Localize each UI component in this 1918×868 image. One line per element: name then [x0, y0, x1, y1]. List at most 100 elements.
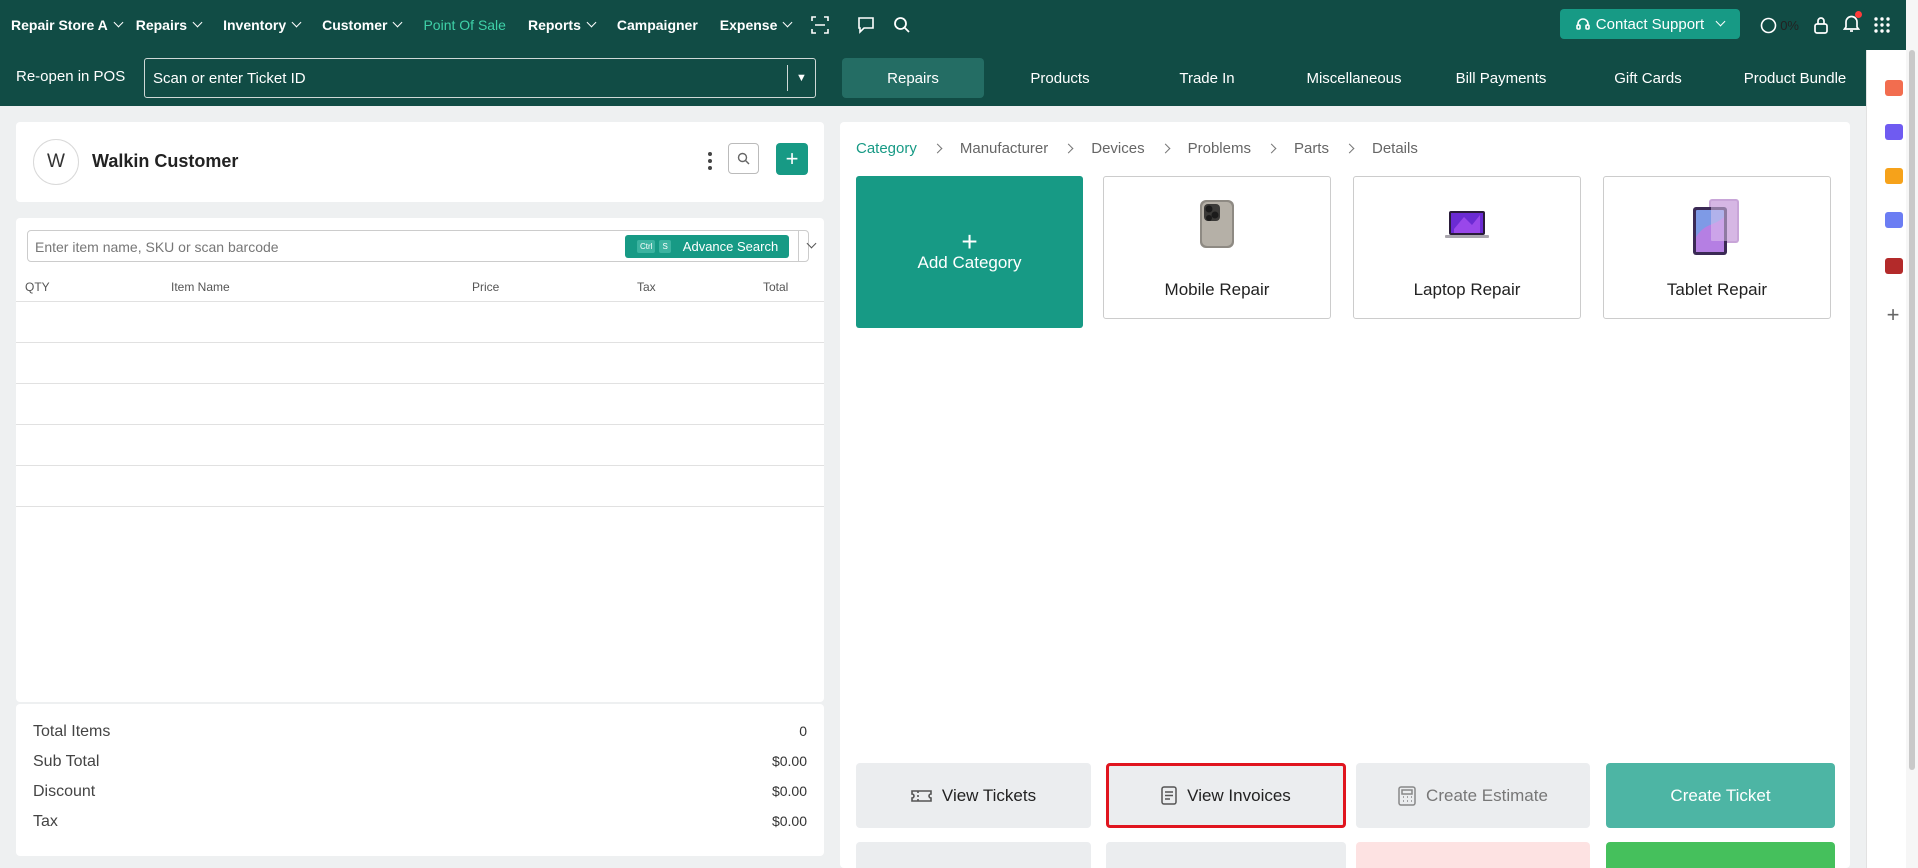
apps-grid-icon[interactable]: [1874, 17, 1890, 33]
card-icon[interactable]: [1885, 258, 1903, 274]
add-customer-button[interactable]: +: [776, 143, 808, 175]
scan-icon[interactable]: [802, 0, 838, 50]
nav-expense[interactable]: Expense: [709, 0, 803, 50]
more-options-icon[interactable]: [702, 146, 718, 176]
nav-inventory-label: Inventory: [223, 17, 287, 33]
advance-search-label: Advance Search: [682, 239, 779, 254]
breadcrumb-details[interactable]: Details: [1372, 140, 1418, 157]
chevron-right-icon: [1160, 143, 1171, 154]
scrollbar-thumb[interactable]: [1909, 50, 1915, 770]
chevron-down-icon: [806, 238, 817, 249]
breadcrumb: Category Manufacturer Devices Problems P…: [856, 140, 1418, 157]
tab-miscellaneous[interactable]: Miscellaneous: [1283, 58, 1425, 98]
chat-icon[interactable]: [848, 0, 884, 50]
avatar: W: [33, 139, 79, 185]
tab-products[interactable]: Products: [989, 58, 1131, 98]
col-total: Total: [763, 280, 789, 294]
table-row: [16, 466, 824, 507]
ticket-dropdown-arrow-icon[interactable]: ▼: [787, 65, 815, 91]
ticket-id-input[interactable]: Scan or enter Ticket ID ▼: [144, 58, 816, 98]
category-mobile-repair[interactable]: Mobile Repair: [1103, 176, 1331, 319]
item-search-placeholder: Enter item name, SKU or scan barcode: [35, 239, 279, 255]
nav-customer[interactable]: Customer: [311, 0, 412, 50]
discount-label: Discount: [33, 783, 96, 800]
headset-icon: [1575, 18, 1590, 30]
col-item-name: Item Name: [171, 280, 230, 294]
add-panel-icon[interactable]: +: [1881, 304, 1905, 328]
shopping-icon[interactable]: [1885, 80, 1903, 96]
breadcrumb-category[interactable]: Category: [856, 140, 917, 157]
subtotal-row: Sub Total $0.00: [33, 753, 807, 771]
category-tablet-label: Tablet Repair: [1666, 280, 1768, 299]
subtotal-label: Sub Total: [33, 753, 100, 770]
notifications-button[interactable]: [1842, 10, 1862, 37]
table-row: [16, 384, 824, 425]
chevron-down-icon: [192, 17, 203, 28]
view-invoices-button[interactable]: View Invoices: [1106, 763, 1346, 828]
nav-repairs[interactable]: Repairs: [125, 0, 212, 50]
nav-repairs-label: Repairs: [135, 17, 188, 33]
tab-gift-cards[interactable]: Gift Cards: [1577, 58, 1719, 98]
secondary-action-1[interactable]: [856, 842, 1091, 868]
nav-store-selector[interactable]: Repair Store A: [0, 0, 125, 50]
notes-icon[interactable]: [1885, 168, 1903, 184]
invoice-icon: [1161, 786, 1177, 805]
reopen-label: Re-open in POS: [16, 68, 126, 85]
col-qty: QTY: [25, 280, 50, 294]
chevron-down-icon: [1715, 16, 1726, 27]
advance-search-button[interactable]: Ctrl S Advance Search: [625, 235, 789, 258]
breadcrumb-parts[interactable]: Parts: [1294, 140, 1329, 157]
tab-product-bundle[interactable]: Product Bundle: [1724, 58, 1866, 98]
secondary-action-3[interactable]: [1356, 842, 1590, 868]
lock-icon[interactable]: [1813, 16, 1829, 34]
create-estimate-button[interactable]: Create Estimate: [1356, 763, 1590, 828]
progress-ring-icon: [1760, 17, 1777, 33]
category-panel: Category Manufacturer Devices Problems P…: [840, 122, 1850, 868]
nav-reports[interactable]: Reports: [517, 0, 606, 50]
nav-inventory[interactable]: Inventory: [212, 0, 311, 50]
view-tickets-button[interactable]: View Tickets: [856, 763, 1091, 828]
add-category-button[interactable]: + Add Category: [856, 176, 1083, 328]
contact-support-button[interactable]: Contact Support: [1560, 9, 1740, 39]
nav-campaigner-label: Campaigner: [616, 17, 698, 33]
nav-expense-label: Expense: [719, 17, 778, 33]
gem-icon[interactable]: [1885, 212, 1903, 228]
nav-point-of-sale[interactable]: Point Of Sale: [412, 0, 517, 50]
chat-bubbles-icon[interactable]: [1885, 124, 1903, 140]
search-options-dropdown[interactable]: [798, 231, 824, 261]
search-icon[interactable]: [884, 0, 920, 50]
breadcrumb-manufacturer[interactable]: Manufacturer: [960, 140, 1048, 157]
chevron-down-icon: [113, 17, 124, 28]
breadcrumb-problems[interactable]: Problems: [1188, 140, 1251, 157]
create-estimate-label: Create Estimate: [1426, 785, 1548, 805]
breadcrumb-devices[interactable]: Devices: [1091, 140, 1144, 157]
tax-row: Tax $0.00: [33, 813, 807, 831]
tab-repairs[interactable]: Repairs: [842, 58, 984, 98]
secondary-action-4[interactable]: [1606, 842, 1835, 868]
secondary-action-2[interactable]: [1106, 842, 1346, 868]
customer-name[interactable]: Walkin Customer: [92, 151, 238, 172]
chevron-right-icon: [1063, 143, 1074, 154]
nav-campaigner[interactable]: Campaigner: [606, 0, 709, 50]
total-items-value: 0: [799, 723, 807, 739]
category-tablet-repair[interactable]: Tablet Repair: [1603, 176, 1831, 319]
item-search-input[interactable]: Enter item name, SKU or scan barcode Ctr…: [27, 230, 817, 262]
page-scrollbar[interactable]: [1906, 0, 1918, 868]
customer-search-button[interactable]: [728, 143, 759, 174]
discount-row: Discount $0.00: [33, 783, 807, 801]
create-ticket-label: Create Ticket: [1670, 785, 1771, 805]
tab-trade-in[interactable]: Trade In: [1136, 58, 1278, 98]
chevron-down-icon: [291, 17, 302, 28]
category-laptop-repair[interactable]: Laptop Repair: [1353, 176, 1581, 319]
kbd-ctrl: Ctrl: [637, 240, 656, 253]
total-items-label: Total Items: [33, 723, 111, 740]
ticket-icon: [911, 789, 932, 802]
setup-progress[interactable]: 0%: [1760, 17, 1799, 34]
totals-card: Total Items 0 Sub Total $0.00 Discount $…: [16, 704, 824, 856]
notification-dot: [1855, 10, 1862, 18]
table-row: [16, 343, 824, 384]
chevron-down-icon: [586, 17, 597, 28]
create-ticket-button[interactable]: Create Ticket: [1606, 763, 1835, 828]
progress-value: 0%: [1780, 17, 1799, 33]
tab-bill-payments[interactable]: Bill Payments: [1430, 58, 1572, 98]
